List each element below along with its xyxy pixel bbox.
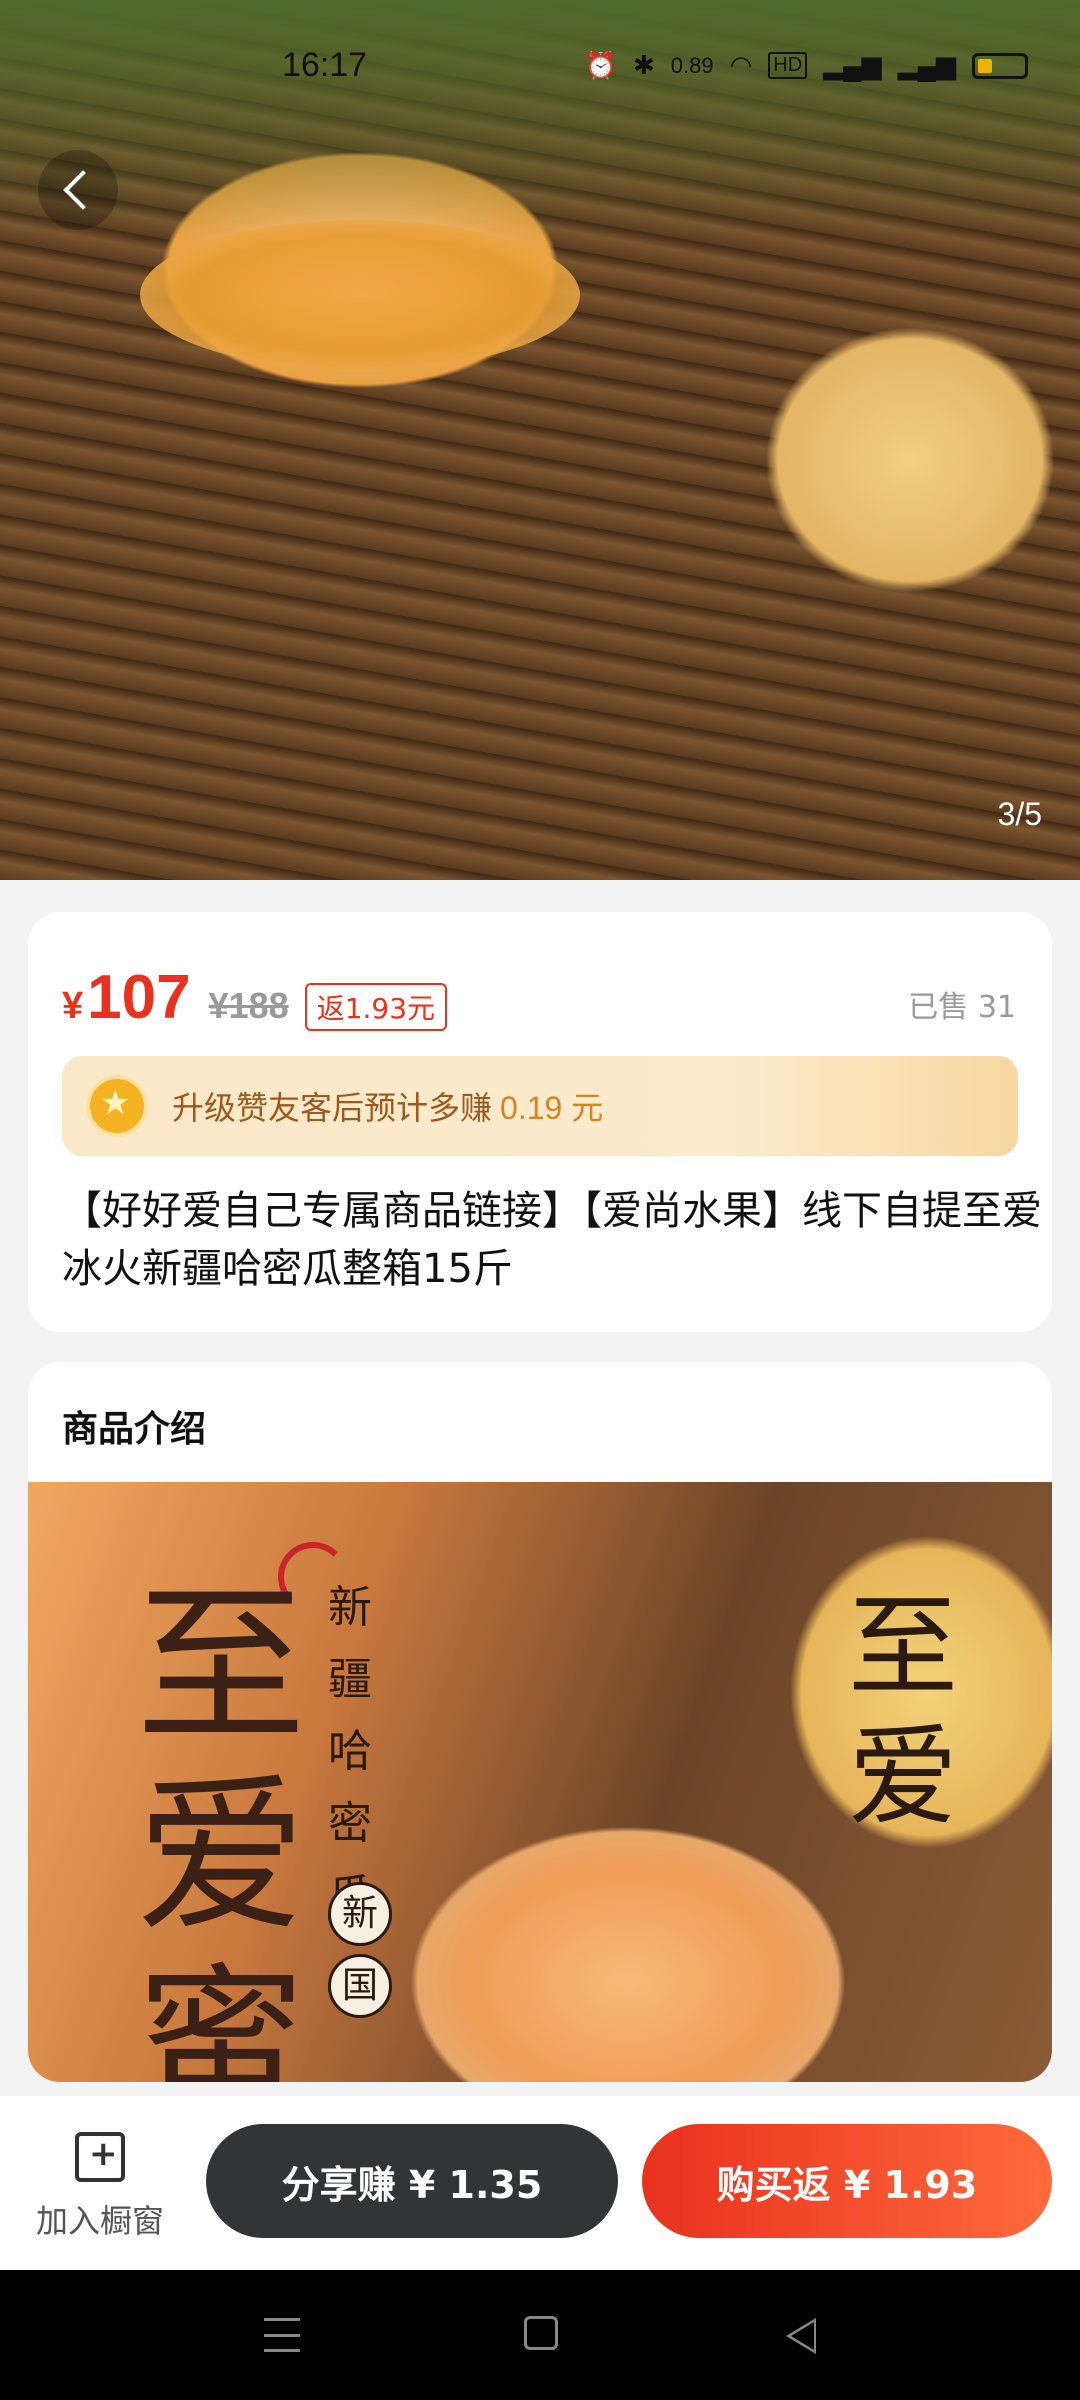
image-circle-1: 新 [328, 1882, 392, 1946]
sold-count: 已售 31 [908, 990, 1016, 1025]
product-intro-card: 商品介绍 至爱蜜 新疆哈密瓜 新 国 至爱 [28, 1362, 1052, 2082]
image-text-small: 新疆哈密瓜 [328, 1582, 372, 1921]
price: 107 [87, 963, 191, 1032]
chevron-left-icon [63, 170, 103, 210]
image-circle-2: 国 [328, 1954, 392, 2018]
rebate-badge: 返1.93元 [304, 983, 448, 1031]
product-info-card: ¥ 107 ¥188 返1.93元 已售 31 升级赞友客后预计多赚0.19 元… [28, 912, 1052, 1332]
battery-icon [972, 52, 1028, 79]
buy-rebate-button[interactable]: 购买返 ¥ 1.93 [642, 2124, 1052, 2238]
back-button[interactable] [38, 150, 118, 230]
bottom-action-bar: 加入橱窗 分享赚 ¥ 1.35 购买返 ¥ 1.93 [0, 2096, 1080, 2270]
alarm-icon: ⏰ [584, 50, 617, 80]
home-icon[interactable] [524, 2316, 558, 2350]
intro-image: 至爱蜜 新疆哈密瓜 新 国 至爱 [28, 1482, 1052, 2082]
bluetooth-icon: ✱ [632, 50, 655, 80]
image-pager: 3/5 [997, 796, 1042, 832]
net-speed: 0.89 [670, 52, 714, 78]
upgrade-banner[interactable]: 升级赞友客后预计多赚0.19 元 [62, 1056, 1018, 1156]
status-time: 16:17 [282, 46, 368, 84]
wifi-icon: ◠ [729, 50, 753, 80]
image-brand: 至爱 [848, 1583, 958, 1841]
add-to-showcase-label: 加入橱窗 [35, 2202, 164, 2240]
melon-image [140, 220, 580, 370]
menu-icon[interactable] [264, 2318, 300, 2352]
status-bar: 16:17 ⏰ ✱ 0.89 ◠ HD ▂▄▆ ▂▄▆ [0, 0, 1080, 130]
product-title: 【好好爱自己专属商品链接】【爱尚水果】线下自提至爱冰火新疆哈密瓜整箱15斤 [62, 1188, 1042, 1292]
price-row: ¥ 107 ¥188 返1.93元 [62, 962, 448, 1033]
upgrade-text: 升级赞友客后预计多赚 0.19 元 [172, 1089, 604, 1127]
showcase-icon [75, 2132, 125, 2182]
system-nav-bar [0, 2270, 1080, 2400]
signal-5g-icon: ▂▄▆ [897, 50, 956, 80]
intro-heading: 商品介绍 [62, 1409, 207, 1450]
image-text-big: 至爱蜜 [136, 1568, 307, 2082]
price-symbol: ¥ [62, 985, 84, 1027]
star-icon [90, 1079, 144, 1133]
add-to-showcase-button[interactable]: 加入橱窗 [30, 2132, 170, 2242]
upgrade-amount: 0.19 元 [500, 1090, 604, 1126]
status-icons: ⏰ ✱ 0.89 ◠ HD ▂▄▆ ▂▄▆ [585, 50, 1028, 81]
back-icon[interactable] [786, 2318, 816, 2354]
product-image-carousel[interactable]: 16:17 ⏰ ✱ 0.89 ◠ HD ▂▄▆ ▂▄▆ 3/5 [0, 0, 1080, 880]
original-price: ¥188 [208, 985, 289, 1026]
signal-4g-icon: ▂▄▆ [823, 50, 882, 80]
hd-icon: HD [768, 52, 808, 79]
share-earn-button[interactable]: 分享赚 ¥ 1.35 [206, 2124, 618, 2238]
